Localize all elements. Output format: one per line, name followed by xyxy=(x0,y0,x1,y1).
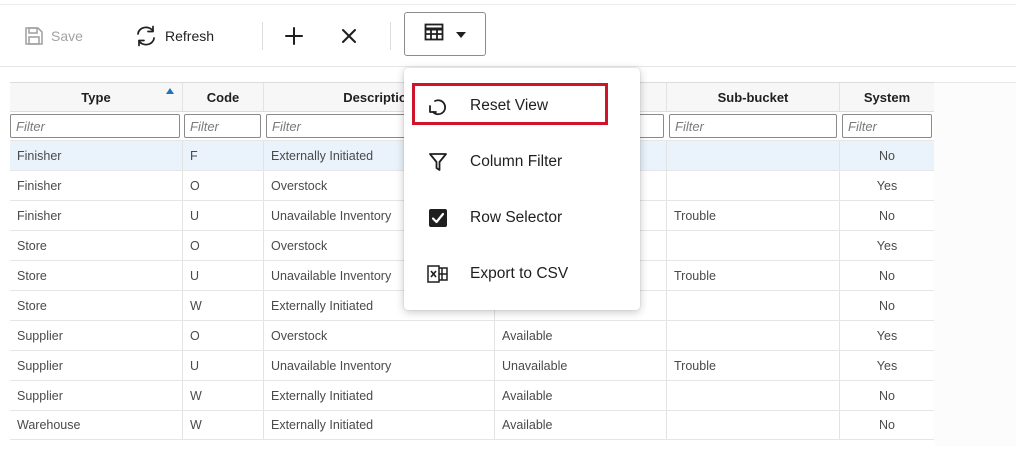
cell-system: No xyxy=(879,298,895,313)
checkbox-checked-icon xyxy=(426,206,450,230)
menu-item-export-csv[interactable]: Export to CSV xyxy=(404,246,640,302)
column-header-system[interactable]: System xyxy=(840,83,934,111)
save-icon xyxy=(24,26,44,46)
table-row[interactable]: Warehouse W Externally Initiated Available N… xyxy=(10,410,934,440)
cell-subbucket xyxy=(667,291,839,320)
cell-system: No xyxy=(879,418,895,432)
refresh-label: Refresh xyxy=(165,28,215,44)
cell-status: Available xyxy=(502,388,553,403)
menu-item-row-selector[interactable]: Row Selector xyxy=(404,190,640,246)
column-header-label: Code xyxy=(206,89,240,105)
cell-subbucket: Trouble xyxy=(674,268,716,283)
column-header-subbucket[interactable]: Sub-bucket xyxy=(667,83,839,111)
close-icon xyxy=(340,27,358,45)
cell-description: Unavailable Inventory xyxy=(271,358,392,373)
refresh-icon xyxy=(134,25,158,47)
toolbar-separator xyxy=(262,22,263,50)
cell-type: Finisher xyxy=(17,208,62,223)
cell-system: Yes xyxy=(876,238,898,253)
cell-system: No xyxy=(879,148,895,163)
filter-input-code[interactable]: Filter xyxy=(184,114,261,138)
filter-input-system[interactable]: Filter xyxy=(842,114,932,138)
cell-subbucket: Trouble xyxy=(674,358,716,373)
cell-status: Unavailable xyxy=(502,358,568,373)
cell-code: W xyxy=(190,298,202,313)
cell-code: W xyxy=(190,418,202,432)
filter-input-subbucket[interactable]: Filter xyxy=(669,114,837,138)
top-divider xyxy=(0,4,1016,5)
table-row[interactable]: Supplier U Unavailable Inventory Unavailabl… xyxy=(10,350,934,380)
menu-item-label: Column Filter xyxy=(470,153,563,170)
menu-item-label: Row Selector xyxy=(470,209,563,226)
delete-button[interactable] xyxy=(340,16,358,56)
save-label: Save xyxy=(51,28,83,44)
cell-subbucket xyxy=(667,411,839,439)
cell-type: Store xyxy=(17,268,47,283)
highlight-box xyxy=(412,83,608,125)
filter-input-type[interactable]: Filter xyxy=(10,114,180,138)
cell-subbucket xyxy=(667,171,839,200)
cell-subbucket: Trouble xyxy=(674,208,716,223)
cell-system: No xyxy=(879,268,895,283)
cell-type: Finisher xyxy=(17,178,62,193)
cell-subbucket xyxy=(667,321,839,350)
cell-description: Externally Initiated xyxy=(271,388,374,403)
table-row[interactable]: Supplier W Externally Initiated Available No xyxy=(10,380,934,410)
view-menu-button[interactable] xyxy=(404,12,486,56)
toolbar: Save Refresh xyxy=(0,8,1016,64)
cell-code: U xyxy=(190,208,200,223)
export-csv-icon xyxy=(426,262,450,286)
cell-system: Yes xyxy=(876,178,898,193)
cell-description: Overstock xyxy=(271,328,328,343)
cell-status: Available xyxy=(502,418,553,432)
toolbar-divider xyxy=(0,66,1016,67)
cell-subbucket xyxy=(667,141,839,170)
cell-description: Externally Initiated xyxy=(271,418,374,432)
save-button[interactable]: Save xyxy=(24,16,83,56)
cell-system: No xyxy=(879,208,895,223)
column-header-type[interactable]: Type xyxy=(10,83,182,111)
cell-code: F xyxy=(190,148,198,163)
cell-code: O xyxy=(190,328,200,343)
filter-icon xyxy=(426,150,450,174)
grid-empty-area xyxy=(934,82,1016,446)
cell-code: U xyxy=(190,268,200,283)
column-header-label: Type xyxy=(81,89,111,105)
column-header-label: Sub-bucket xyxy=(717,89,789,105)
column-header-label: System xyxy=(863,89,911,105)
plus-icon xyxy=(284,26,304,46)
cell-subbucket xyxy=(667,231,839,260)
caret-down-icon xyxy=(456,25,466,43)
table-row[interactable]: Supplier O Overstock Available Yes xyxy=(10,320,934,350)
cell-status: Available xyxy=(502,328,553,343)
cell-type: Supplier xyxy=(17,358,63,373)
table-icon xyxy=(424,23,444,46)
sort-ascending-icon xyxy=(166,88,174,94)
cell-type: Supplier xyxy=(17,388,63,403)
cell-system: Yes xyxy=(876,328,898,343)
cell-code: U xyxy=(190,358,200,373)
cell-code: W xyxy=(190,388,202,403)
cell-subbucket xyxy=(667,381,839,410)
cell-type: Store xyxy=(17,298,47,313)
refresh-button[interactable]: Refresh xyxy=(134,16,214,56)
cell-code: O xyxy=(190,178,200,193)
cell-type: Store xyxy=(17,238,47,253)
cell-type: Warehouse xyxy=(17,418,81,432)
add-button[interactable] xyxy=(284,16,304,56)
menu-item-column-filter[interactable]: Column Filter xyxy=(404,134,640,190)
toolbar-separator xyxy=(390,22,391,50)
cell-system: Yes xyxy=(876,358,898,373)
cell-type: Supplier xyxy=(17,328,63,343)
cell-type: Finisher xyxy=(17,148,62,163)
cell-code: O xyxy=(190,238,200,253)
menu-item-label: Export to CSV xyxy=(470,265,569,282)
column-header-code[interactable]: Code xyxy=(183,83,263,111)
cell-system: No xyxy=(879,388,895,403)
